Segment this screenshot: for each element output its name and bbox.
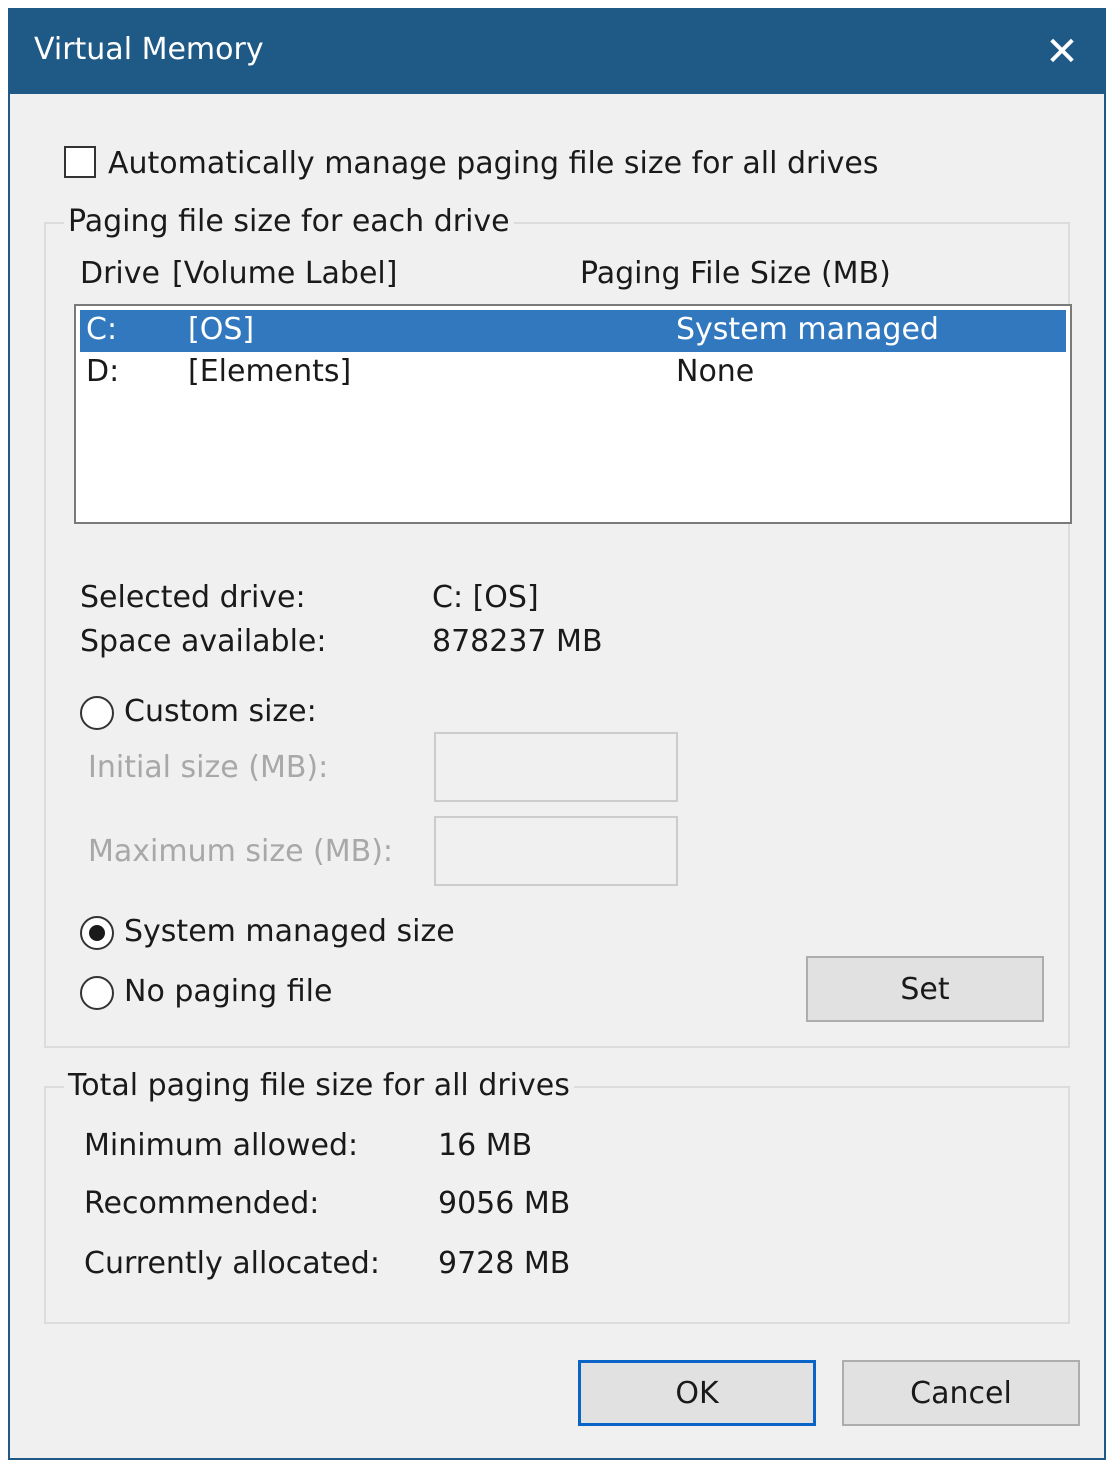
total-paging-group-title: Total paging file size for all drives	[64, 1068, 574, 1103]
currently-allocated-label: Currently allocated:	[84, 1246, 380, 1281]
initial-size-input[interactable]	[434, 732, 678, 802]
selected-drive-label: Selected drive:	[80, 580, 306, 615]
window-title: Virtual Memory	[34, 32, 264, 67]
drive-row-d[interactable]: D: [Elements] None	[80, 352, 1066, 394]
drive-paging-size: None	[676, 354, 755, 389]
title-bar: Virtual Memory ✕	[10, 10, 1104, 94]
drive-letter: C:	[86, 312, 118, 347]
custom-size-radio[interactable]	[80, 696, 114, 730]
recommended-value: 9056 MB	[438, 1186, 571, 1221]
initial-size-label: Initial size (MB):	[88, 750, 329, 785]
column-header-drive: Drive	[80, 256, 160, 291]
auto-manage-checkbox[interactable]	[64, 146, 96, 178]
drive-volume-label: [Elements]	[188, 354, 352, 389]
set-button[interactable]: Set	[806, 956, 1044, 1022]
drive-letter: D:	[86, 354, 120, 389]
recommended-label: Recommended:	[84, 1186, 320, 1221]
currently-allocated-value: 9728 MB	[438, 1246, 571, 1281]
drive-list[interactable]: C: [OS] System managed D: [Elements] Non…	[74, 304, 1072, 524]
no-paging-file-radio[interactable]	[80, 976, 114, 1010]
column-header-volume-label: [Volume Label]	[172, 256, 398, 291]
system-managed-label[interactable]: System managed size	[124, 914, 455, 949]
drive-row-c[interactable]: C: [OS] System managed	[80, 310, 1066, 352]
custom-size-label[interactable]: Custom size:	[124, 694, 317, 729]
auto-manage-label[interactable]: Automatically manage paging file size fo…	[108, 146, 879, 181]
paging-file-group-title: Paging file size for each drive	[64, 204, 514, 239]
maximum-size-label: Maximum size (MB):	[88, 834, 394, 869]
space-available-label: Space available:	[80, 624, 327, 659]
system-managed-radio[interactable]	[80, 916, 114, 950]
space-available-value: 878237 MB	[432, 624, 603, 659]
close-icon: ✕	[1045, 29, 1079, 75]
drive-volume-label: [OS]	[188, 312, 255, 347]
cancel-button[interactable]: Cancel	[842, 1360, 1080, 1426]
virtual-memory-dialog: Virtual Memory ✕ Automatically manage pa…	[8, 8, 1106, 1460]
column-header-paging-size: Paging File Size (MB)	[580, 256, 891, 291]
selected-drive-value: C: [OS]	[432, 580, 539, 615]
minimum-allowed-label: Minimum allowed:	[84, 1128, 359, 1163]
ok-button[interactable]: OK	[578, 1360, 816, 1426]
minimum-allowed-value: 16 MB	[438, 1128, 533, 1163]
close-button[interactable]: ✕	[1020, 10, 1104, 94]
radio-selected-dot	[89, 925, 105, 941]
drive-paging-size: System managed	[676, 312, 939, 347]
maximum-size-input[interactable]	[434, 816, 678, 886]
no-paging-file-label[interactable]: No paging file	[124, 974, 332, 1009]
